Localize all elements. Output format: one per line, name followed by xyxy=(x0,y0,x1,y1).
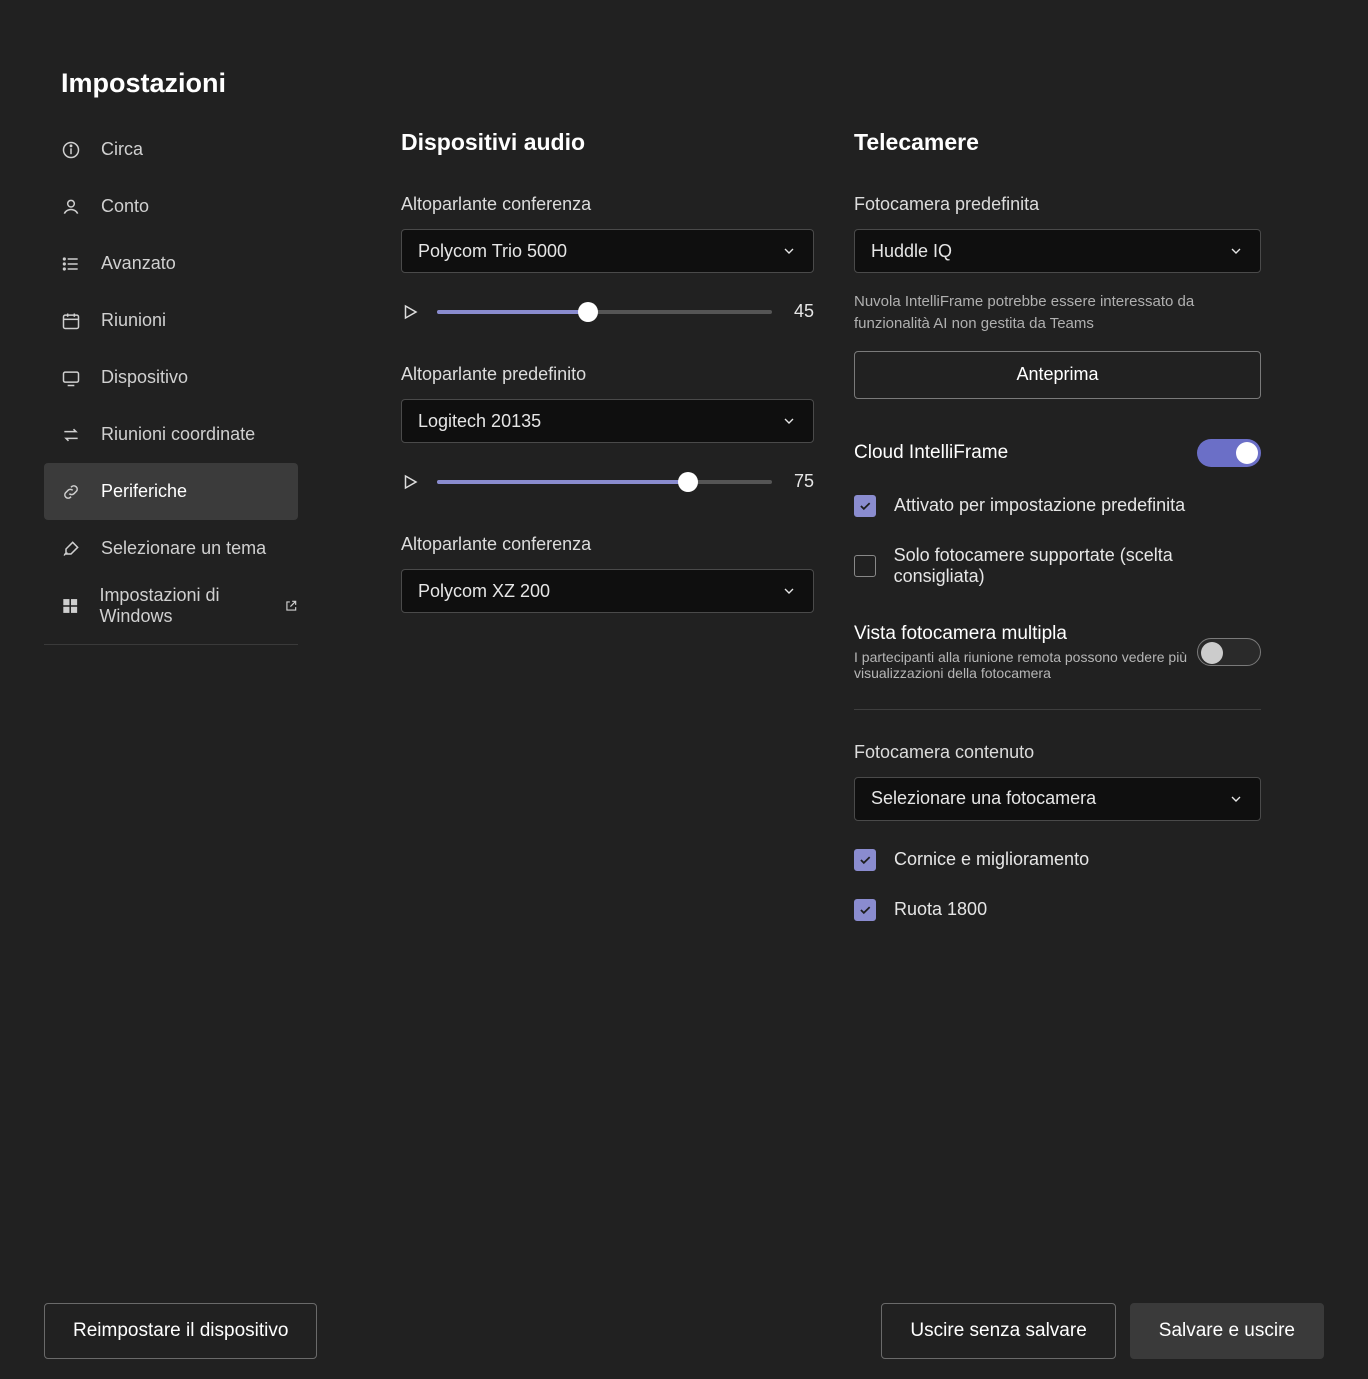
cameras-section-title: Telecamere xyxy=(854,129,1261,156)
info-icon xyxy=(61,140,81,160)
default-speaker-volume-value: 75 xyxy=(790,471,814,492)
cameras-section: Telecamere Fotocamera predefinita Huddle… xyxy=(854,129,1261,921)
frame-enhance-row[interactable]: Cornice e miglioramento xyxy=(854,849,1261,871)
preview-button[interactable]: Anteprima xyxy=(854,351,1261,399)
divider xyxy=(854,709,1261,710)
sidebar-item-label: Periferiche xyxy=(101,481,187,502)
content-camera-select[interactable]: Selezionare una fotocamera xyxy=(854,777,1261,821)
person-icon xyxy=(61,197,81,217)
sidebar-item-peripherals[interactable]: Periferiche xyxy=(44,463,298,520)
play-test-sound-button[interactable] xyxy=(401,473,419,491)
sidebar-divider xyxy=(44,644,298,645)
monitor-icon xyxy=(61,368,81,388)
link-icon xyxy=(61,482,81,502)
chevron-down-icon xyxy=(781,243,797,259)
sidebar-item-label: Riunioni coordinate xyxy=(101,424,255,445)
supported-only-label: Solo fotocamere supportate (scelta consi… xyxy=(894,545,1261,587)
audio-section: Dispositivi audio Altoparlante conferenz… xyxy=(401,129,814,613)
swap-icon xyxy=(61,425,81,445)
sidebar-item-account[interactable]: Conto xyxy=(44,178,298,235)
cloud-intelliframe-toggle[interactable] xyxy=(1197,439,1261,467)
default-camera-field: Fotocamera predefinita Huddle IQ Nuvola … xyxy=(854,194,1261,399)
sidebar-item-label: Dispositivo xyxy=(101,367,188,388)
sidebar-item-label: Riunioni xyxy=(101,310,166,331)
default-camera-label: Fotocamera predefinita xyxy=(854,194,1261,215)
frame-enhance-label: Cornice e miglioramento xyxy=(894,849,1089,870)
page-title: Impostazioni xyxy=(61,68,226,99)
audio-section-title: Dispositivi audio xyxy=(401,129,814,156)
conference-speaker-volume-value: 45 xyxy=(790,301,814,322)
sidebar-item-about[interactable]: Circa xyxy=(44,121,298,178)
enabled-by-default-checkbox[interactable] xyxy=(854,495,876,517)
calendar-icon xyxy=(61,311,81,331)
conference-speaker-select[interactable]: Polycom Trio 5000 xyxy=(401,229,814,273)
exit-without-saving-button[interactable]: Uscire senza salvare xyxy=(881,1303,1115,1359)
chevron-down-icon xyxy=(1228,243,1244,259)
list-icon xyxy=(61,254,81,274)
sidebar-item-windows-settings[interactable]: Impostazioni di Windows xyxy=(44,577,298,634)
rotate-1800-row[interactable]: Ruota 1800 xyxy=(854,899,1261,921)
play-test-sound-button[interactable] xyxy=(401,303,419,321)
conference-speaker-value: Polycom Trio 5000 xyxy=(418,241,567,262)
enabled-by-default-row[interactable]: Attivato per impostazione predefinita xyxy=(854,495,1261,517)
default-speaker-value: Logitech 20135 xyxy=(418,411,541,432)
brush-icon xyxy=(61,539,81,559)
content-camera-label: Fotocamera contenuto xyxy=(854,742,1261,763)
default-speaker-volume-slider[interactable] xyxy=(437,480,772,484)
default-camera-select[interactable]: Huddle IQ xyxy=(854,229,1261,273)
save-and-exit-button[interactable]: Salvare e uscire xyxy=(1130,1303,1324,1359)
supported-only-checkbox[interactable] xyxy=(854,555,876,577)
conference-speaker-field: Altoparlante conferenza Polycom Trio 500… xyxy=(401,194,814,322)
sidebar-item-coordinated-meetings[interactable]: Riunioni coordinate xyxy=(44,406,298,463)
cloud-intelliframe-title: Cloud IntelliFrame xyxy=(854,442,1008,464)
conference-speaker-2-field: Altoparlante conferenza Polycom XZ 200 xyxy=(401,534,814,613)
conference-speaker-2-select[interactable]: Polycom XZ 200 xyxy=(401,569,814,613)
default-speaker-select[interactable]: Logitech 20135 xyxy=(401,399,814,443)
intelliframe-note: Nuvola IntelliFrame potrebbe essere inte… xyxy=(854,291,1261,335)
rotate-1800-checkbox[interactable] xyxy=(854,899,876,921)
sidebar-item-advanced[interactable]: Avanzato xyxy=(44,235,298,292)
conference-speaker-label: Altoparlante conferenza xyxy=(401,194,814,215)
chevron-down-icon xyxy=(1228,791,1244,807)
reset-device-button[interactable]: Reimpostare il dispositivo xyxy=(44,1303,317,1359)
rotate-1800-label: Ruota 1800 xyxy=(894,899,987,920)
default-camera-value: Huddle IQ xyxy=(871,241,952,262)
sidebar-item-device[interactable]: Dispositivo xyxy=(44,349,298,406)
sidebar: Circa Conto Avanzato Riunioni Dispositiv… xyxy=(44,121,298,645)
footer: Reimpostare il dispositivo Uscire senza … xyxy=(44,1303,1324,1359)
chevron-down-icon xyxy=(781,413,797,429)
sidebar-item-meetings[interactable]: Riunioni xyxy=(44,292,298,349)
multi-camera-view-hint: I partecipanti alla riunione remota poss… xyxy=(854,649,1197,681)
sidebar-item-label: Impostazioni di Windows xyxy=(99,585,282,627)
sidebar-item-label: Conto xyxy=(101,196,149,217)
enabled-by-default-label: Attivato per impostazione predefinita xyxy=(894,495,1185,516)
supported-only-row[interactable]: Solo fotocamere supportate (scelta consi… xyxy=(854,545,1261,587)
sidebar-item-label: Selezionare un tema xyxy=(101,538,266,559)
conference-speaker-2-value: Polycom XZ 200 xyxy=(418,581,550,602)
conference-speaker-2-label: Altoparlante conferenza xyxy=(401,534,814,555)
multi-camera-view-row: Vista fotocamera multipla I partecipanti… xyxy=(854,623,1261,681)
sidebar-item-label: Circa xyxy=(101,139,143,160)
cloud-intelliframe-row: Cloud IntelliFrame xyxy=(854,439,1261,467)
multi-camera-view-toggle[interactable] xyxy=(1197,638,1261,666)
multi-camera-view-title: Vista fotocamera multipla xyxy=(854,623,1067,644)
sidebar-item-label: Avanzato xyxy=(101,253,176,274)
chevron-down-icon xyxy=(781,583,797,599)
default-speaker-field: Altoparlante predefinito Logitech 20135 … xyxy=(401,364,814,492)
external-link-icon xyxy=(284,599,298,613)
sidebar-item-theme[interactable]: Selezionare un tema xyxy=(44,520,298,577)
default-speaker-label: Altoparlante predefinito xyxy=(401,364,814,385)
frame-enhance-checkbox[interactable] xyxy=(854,849,876,871)
content-camera-value: Selezionare una fotocamera xyxy=(871,788,1096,809)
content-camera-field: Fotocamera contenuto Selezionare una fot… xyxy=(854,742,1261,921)
windows-icon xyxy=(61,596,79,616)
conference-speaker-volume-slider[interactable] xyxy=(437,310,772,314)
